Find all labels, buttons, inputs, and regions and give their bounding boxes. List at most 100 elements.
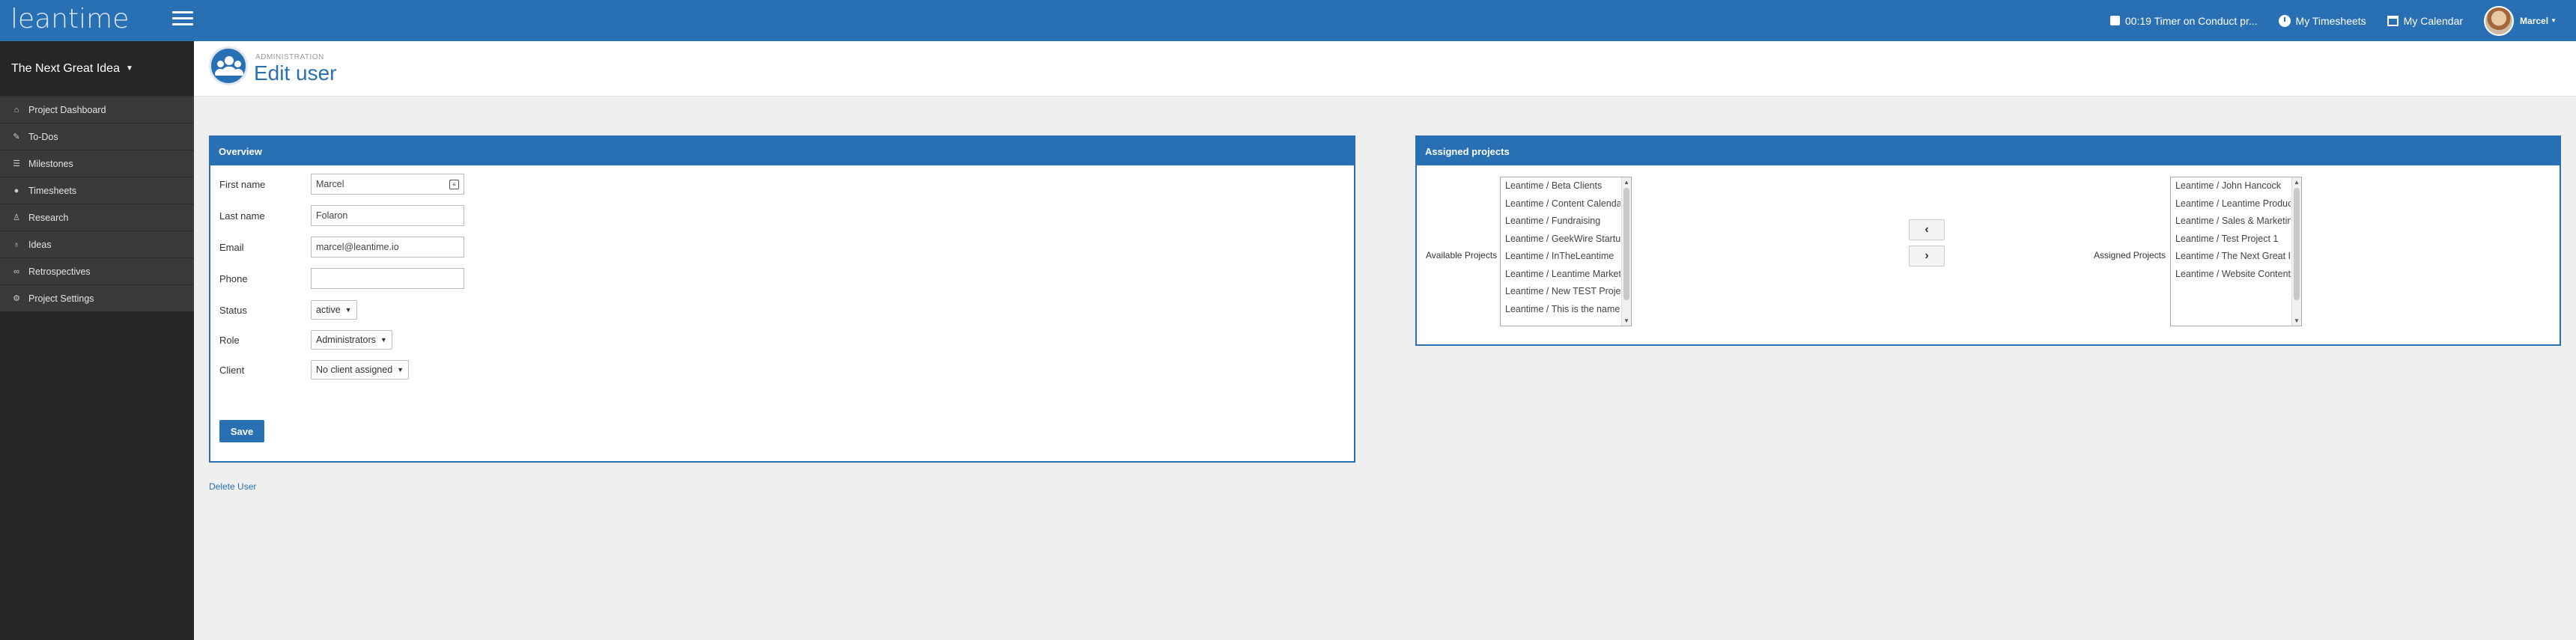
assigned-projects-list[interactable]: Leantime / John Hancock Leantime / Leant…	[2170, 177, 2302, 326]
users-icon	[209, 46, 248, 85]
scrollbar[interactable]: ▲ ▼	[2291, 177, 2301, 326]
client-row: Client No client assigned ▼	[219, 360, 410, 380]
scroll-down-icon[interactable]: ▼	[2294, 317, 2300, 324]
leantime-logo[interactable]: leantime	[10, 4, 129, 34]
project-selector[interactable]: The Next Great Idea ▼	[0, 41, 194, 97]
client-label: Client	[219, 364, 245, 376]
list-item[interactable]: Leantime / New TEST Project	[1501, 283, 1620, 301]
timer-button[interactable]: 00:19 Timer on Conduct pr...	[2109, 15, 2258, 27]
sidebar-item-todos[interactable]: ✎ To-Dos	[0, 124, 194, 150]
move-right-button[interactable]: ›	[1909, 246, 1945, 266]
list-icon: ☰	[13, 159, 20, 168]
user-menu[interactable]: Marcel ▼	[2484, 5, 2557, 36]
sidebar-item-label: Retrospectives	[28, 266, 91, 277]
project-name: The Next Great Idea	[11, 61, 120, 75]
role-select[interactable]: Administrators ▼	[311, 330, 392, 350]
scroll-down-icon[interactable]: ▼	[1623, 317, 1629, 324]
page-header: ADMINISTRATION Edit user	[194, 41, 2576, 97]
email-value: marcel@leantime.io	[316, 242, 399, 252]
list-item[interactable]: Leantime / Website Content	[2171, 266, 2291, 284]
sidebar: The Next Great Idea ▼ ⌂ Project Dashboar…	[0, 41, 194, 640]
sidebar-item-label: To-Dos	[28, 131, 58, 142]
status-row: Status active ▼	[219, 300, 357, 320]
sidebar-item-label: Ideas	[28, 239, 52, 250]
assigned-projects-heading: Assigned projects	[1417, 137, 2560, 165]
sidebar-item-retrospectives[interactable]: ∞ Retrospectives	[0, 258, 194, 285]
client-select[interactable]: No client assigned ▼	[311, 360, 410, 380]
chevron-down-icon: ▼	[397, 366, 404, 374]
sidebar-item-milestones[interactable]: ☰ Milestones	[0, 150, 194, 177]
list-item[interactable]: Leantime / Fundraising	[1501, 213, 1620, 231]
phone-field[interactable]	[311, 268, 464, 289]
sidebar-item-research[interactable]: ♙ Research	[0, 204, 194, 231]
autofill-icon[interactable]: ≡	[449, 180, 459, 189]
status-select[interactable]: active ▼	[311, 300, 357, 320]
scrollbar[interactable]: ▲ ▼	[1621, 177, 1631, 326]
scroll-thumb[interactable]	[2294, 188, 2300, 300]
sidebar-item-project-dashboard[interactable]: ⌂ Project Dashboard	[0, 97, 194, 124]
chevron-down-icon: ▼	[380, 336, 387, 344]
available-projects-label: Available Projects	[1426, 250, 1498, 260]
binoculars-icon: ∞	[13, 266, 19, 276]
move-left-button[interactable]: ‹	[1909, 219, 1945, 240]
list-item[interactable]: Leantime / The Next Great Idea	[2171, 248, 2291, 266]
user-icon: ♙	[13, 213, 20, 222]
role-value: Administrators	[316, 335, 376, 345]
list-item[interactable]: Leantime / Leantime Marketing	[1501, 266, 1620, 284]
avatar	[2484, 5, 2515, 36]
scroll-up-icon[interactable]: ▲	[1623, 179, 1629, 186]
my-timesheets-link[interactable]: My Timesheets	[2278, 14, 2366, 27]
email-field[interactable]: marcel@leantime.io	[311, 237, 464, 257]
phone-row: Phone	[219, 268, 464, 289]
my-timesheets-label: My Timesheets	[2295, 14, 2366, 27]
last-name-field[interactable]: Folaron	[311, 205, 464, 226]
sidebar-item-label: Research	[28, 212, 69, 223]
list-item[interactable]: Leantime / Sales & Marketing	[2171, 213, 2291, 231]
list-item[interactable]: Leantime / This is the name	[1501, 301, 1620, 319]
client-value: No client assigned	[316, 365, 393, 375]
header-actions: 00:19 Timer on Conduct pr... My Timeshee…	[2089, 0, 2557, 41]
assigned-projects-panel: Assigned projects Available Projects Lea…	[1415, 135, 2561, 346]
list-item[interactable]: Leantime / Leantime Product	[2171, 195, 2291, 213]
sidebar-item-project-settings[interactable]: ⚙ Project Settings	[0, 285, 194, 312]
sidebar-item-timesheets[interactable]: ● Timesheets	[0, 177, 194, 204]
email-row: Email marcel@leantime.io	[219, 237, 464, 257]
first-name-row: First name Marcel ≡	[219, 174, 464, 195]
sidebar-item-label: Milestones	[28, 158, 73, 169]
page-title: Edit user	[254, 61, 337, 85]
caret-down-icon: ▼	[125, 64, 133, 73]
stop-icon	[2109, 16, 2120, 25]
phone-label: Phone	[219, 272, 248, 284]
available-projects-list[interactable]: Leantime / Beta Clients Leantime / Conte…	[1500, 177, 1632, 326]
delete-user-link[interactable]: Delete User	[209, 481, 256, 492]
sidebar-item-label: Project Settings	[28, 293, 94, 304]
sidebar-item-label: Project Dashboard	[28, 104, 106, 115]
first-name-value: Marcel	[316, 179, 344, 189]
list-item[interactable]: Leantime / Content Calendar	[1501, 195, 1620, 213]
last-name-value: Folaron	[316, 210, 348, 221]
my-calendar-link[interactable]: My Calendar	[2387, 15, 2463, 27]
last-name-label: Last name	[219, 210, 265, 222]
user-name: Marcel	[2520, 15, 2549, 26]
status-label: Status	[219, 304, 247, 316]
email-label: Email	[219, 241, 244, 253]
my-calendar-label: My Calendar	[2403, 14, 2464, 27]
scroll-up-icon[interactable]: ▲	[2294, 179, 2300, 186]
list-item[interactable]: Leantime / Beta Clients	[1501, 177, 1620, 195]
page-subtitle: ADMINISTRATION	[255, 53, 324, 61]
first-name-field[interactable]: Marcel ≡	[311, 174, 464, 195]
thumbtack-icon: ✎	[13, 132, 20, 141]
caret-down-icon: ▼	[2551, 17, 2557, 24]
list-item[interactable]: Leantime / GeekWire Startup	[1501, 231, 1620, 249]
sidebar-item-ideas[interactable]: ♁ Ideas	[0, 231, 194, 258]
menu-toggle-icon[interactable]	[172, 11, 193, 29]
list-item[interactable]: Leantime / John Hancock	[2171, 177, 2291, 195]
scroll-thumb[interactable]	[1623, 188, 1629, 300]
chevron-down-icon: ▼	[344, 306, 352, 314]
list-item[interactable]: Leantime / Test Project 1	[2171, 231, 2291, 249]
assigned-projects-label: Assigned Projects	[2094, 250, 2166, 260]
list-item[interactable]: Leantime / InTheLeantime	[1501, 248, 1620, 266]
gear-icon: ⚙	[13, 294, 20, 303]
save-button[interactable]: Save	[219, 420, 264, 442]
status-value: active	[316, 305, 341, 315]
